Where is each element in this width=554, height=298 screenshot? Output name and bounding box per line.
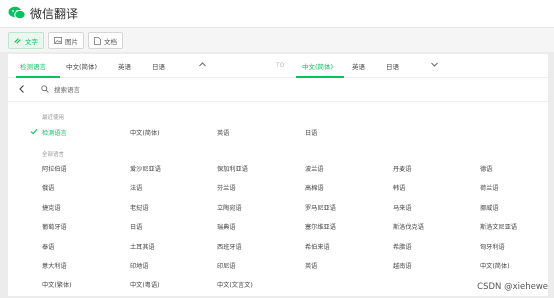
chevron-up-icon[interactable]: [198, 60, 207, 69]
language-item[interactable]: 西班牙语: [217, 242, 242, 251]
language-item[interactable]: 瑞典语: [217, 222, 236, 231]
image-mode-label: 图片: [65, 37, 78, 46]
language-item[interactable]: 希伯来语: [305, 242, 330, 251]
image-icon: [54, 37, 62, 44]
search-icon: [41, 85, 49, 93]
language-item[interactable]: 希腊语: [393, 242, 412, 251]
all-section-label: 全部语言: [42, 152, 65, 158]
text-mode-label: 文字: [25, 37, 38, 46]
app-title: 微信翻译: [30, 7, 79, 21]
language-item[interactable]: 日语: [130, 222, 142, 231]
language-item[interactable]: 高棉语: [305, 183, 324, 192]
language-item[interactable]: 德语: [480, 164, 492, 173]
language-item[interactable]: 匈牙利语: [480, 242, 505, 251]
language-item[interactable]: 中文(粤语): [130, 280, 160, 289]
check-icon: [30, 128, 38, 135]
language-item[interactable]: 土耳其语: [130, 242, 155, 251]
language-item[interactable]: 中文(简体): [480, 261, 510, 270]
language-item[interactable]: 马来语: [393, 203, 412, 212]
language-item[interactable]: 葡萄牙语: [42, 222, 67, 231]
recent-language-item[interactable]: 英语: [217, 128, 229, 137]
language-item[interactable]: 韩语: [393, 183, 405, 192]
language-item[interactable]: 印地语: [130, 261, 149, 270]
chevron-down-icon[interactable]: [430, 60, 439, 69]
target-tab-chinese-simplified[interactable]: 中文(简体): [302, 61, 333, 71]
recent-section-label: 最近使用: [42, 115, 65, 121]
language-item[interactable]: 中文(繁体): [42, 280, 72, 289]
target-tab-japanese[interactable]: 日语: [386, 61, 399, 71]
language-item[interactable]: 斯洛伐克语: [393, 222, 424, 231]
document-icon: [94, 36, 101, 45]
language-item[interactable]: 挪威语: [480, 203, 499, 212]
source-tab-chinese-simplified[interactable]: 中文(简体): [66, 61, 97, 71]
language-item[interactable]: 塞尔维亚语: [305, 222, 336, 231]
language-item[interactable]: 波兰语: [305, 164, 324, 173]
language-item[interactable]: 爱沙尼亚语: [130, 164, 161, 173]
app-header: 微信翻译: [0, 0, 554, 28]
language-item[interactable]: 芬兰语: [217, 183, 236, 192]
document-mode-button[interactable]: 文档: [88, 32, 123, 49]
recent-language-item[interactable]: 中文(简体): [130, 128, 160, 137]
language-item[interactable]: 保加利亚语: [217, 164, 248, 173]
language-item[interactable]: 老挝语: [130, 203, 149, 212]
language-bar: 检测语言 中文(简体) 英语 日语 TO 中文(简体) 英语 日语: [8, 54, 548, 78]
language-item[interactable]: 罗马尼亚语: [305, 203, 336, 212]
language-item[interactable]: 越南语: [393, 261, 412, 270]
language-item[interactable]: 泰语: [42, 242, 54, 251]
source-tab-english[interactable]: 英语: [118, 61, 131, 71]
recent-language-item[interactable]: 日语: [305, 128, 317, 137]
language-picker-panel: 最近使用 全部语言 检测语言中文(简体)英语日语阿拉伯语爱沙尼亚语保加利亚语波兰…: [8, 78, 548, 296]
source-tab-japanese[interactable]: 日语: [152, 61, 165, 71]
language-item[interactable]: 法语: [130, 183, 142, 192]
language-item[interactable]: 荷兰语: [480, 183, 499, 192]
wechat-logo-icon: [8, 6, 26, 20]
language-item[interactable]: 英语: [305, 261, 317, 270]
language-item[interactable]: 捷克语: [42, 203, 61, 212]
language-item[interactable]: 阿拉伯语: [42, 164, 67, 173]
source-tab-detect[interactable]: 检测语言: [20, 61, 46, 71]
swap-label[interactable]: TO: [276, 62, 284, 69]
search-row: [8, 78, 548, 102]
back-arrow-icon[interactable]: [17, 84, 27, 94]
watermark: CSDN @xiehewe: [477, 282, 548, 292]
text-icon: [14, 37, 21, 44]
language-item[interactable]: 立陶宛语: [217, 203, 242, 212]
language-item[interactable]: 意大利语: [42, 261, 67, 270]
language-item[interactable]: 俄语: [42, 183, 54, 192]
search-input[interactable]: [54, 83, 354, 97]
document-mode-label: 文档: [104, 37, 117, 46]
text-mode-button[interactable]: 文字: [8, 32, 44, 49]
language-item[interactable]: 印尼语: [217, 261, 236, 270]
language-item[interactable]: 中文(文言文): [217, 280, 253, 289]
language-item[interactable]: 丹麦语: [393, 164, 412, 173]
mode-toolbar: 文字 图片 文档: [0, 28, 554, 52]
language-item[interactable]: 斯洛文尼亚语: [480, 222, 517, 231]
image-mode-button[interactable]: 图片: [48, 32, 84, 49]
recent-language-item[interactable]: 检测语言: [42, 128, 67, 137]
target-tab-english[interactable]: 英语: [352, 61, 365, 71]
